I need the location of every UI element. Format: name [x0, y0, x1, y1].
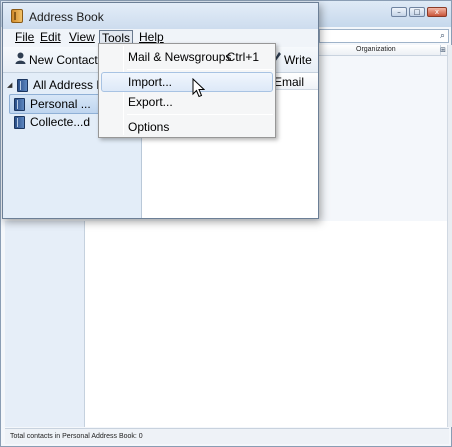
address-book-icon [14, 115, 25, 129]
close-button[interactable]: x [427, 7, 447, 17]
menu-item-label: Import... [128, 75, 173, 89]
expand-arrow-icon[interactable]: ◢ [7, 81, 17, 89]
menu-separator [127, 114, 273, 115]
window-controls: – □ x [391, 7, 447, 17]
new-contact-button[interactable]: New Contact [15, 52, 98, 68]
menu-item-label: Options [128, 120, 170, 134]
person-icon [15, 52, 26, 68]
tools-menu: Mail & Newsgroups Ctrl+1 Import... Expor… [98, 43, 276, 138]
tree-item-collected[interactable]: Collecte...d [14, 112, 104, 132]
screen: – □ x ⌕ Organization ⊞ Total contacts in… [0, 0, 452, 447]
column-picker-icon[interactable]: ⊞ [440, 45, 446, 55]
address-book-icon [17, 78, 28, 92]
minimize-button[interactable]: – [391, 7, 407, 17]
background-sidebar [5, 221, 85, 427]
menu-separator [127, 69, 273, 70]
mouse-cursor-icon [192, 78, 205, 98]
menu-item-options[interactable]: Options [101, 117, 273, 137]
window-title: Address Book [29, 10, 104, 24]
tree-item-label: Collecte...d [30, 115, 91, 129]
menu-edit[interactable]: Edit [38, 30, 63, 46]
menu-item-label: Mail & Newsgroups [128, 50, 232, 64]
address-book-icon [11, 9, 23, 23]
write-label: Write [284, 53, 312, 67]
titlebar: Address Book [3, 3, 318, 29]
search-input[interactable]: ⌕ [319, 29, 449, 43]
status-bar: Total contacts in Personal Address Book:… [5, 428, 449, 444]
results-column-header: Organization ⊞ [319, 45, 447, 56]
menu-item-shortcut: Ctrl+1 [226, 50, 259, 64]
tree-item-label: All Address B [33, 78, 105, 92]
address-book-icon [14, 97, 25, 111]
menu-file-label: File [15, 30, 35, 44]
search-icon[interactable]: ⌕ [440, 30, 445, 42]
menu-edit-label: Edit [40, 30, 61, 44]
menu-item-export[interactable]: Export... [101, 92, 273, 112]
menu-file[interactable]: File [13, 30, 36, 46]
menu-view[interactable]: View [67, 30, 97, 46]
new-contact-label: New Contact [29, 53, 98, 67]
tree-item-label: Personal ... [30, 97, 91, 111]
menu-help-label: Help [139, 30, 164, 44]
column-email[interactable]: Email [274, 75, 304, 89]
background-results-pane [85, 221, 447, 427]
column-organization[interactable]: Organization [356, 45, 396, 55]
menu-item-import[interactable]: Import... [101, 72, 273, 92]
vertical-scrollbar[interactable] [447, 45, 452, 427]
maximize-button[interactable]: □ [409, 7, 425, 17]
menu-view-label: View [69, 30, 95, 44]
write-button[interactable]: Write [273, 52, 312, 68]
menu-item-label: Export... [128, 95, 173, 109]
tree-item-personal[interactable]: Personal ... [9, 94, 103, 114]
menu-item-mail-newsgroups[interactable]: Mail & Newsgroups Ctrl+1 [101, 47, 273, 67]
